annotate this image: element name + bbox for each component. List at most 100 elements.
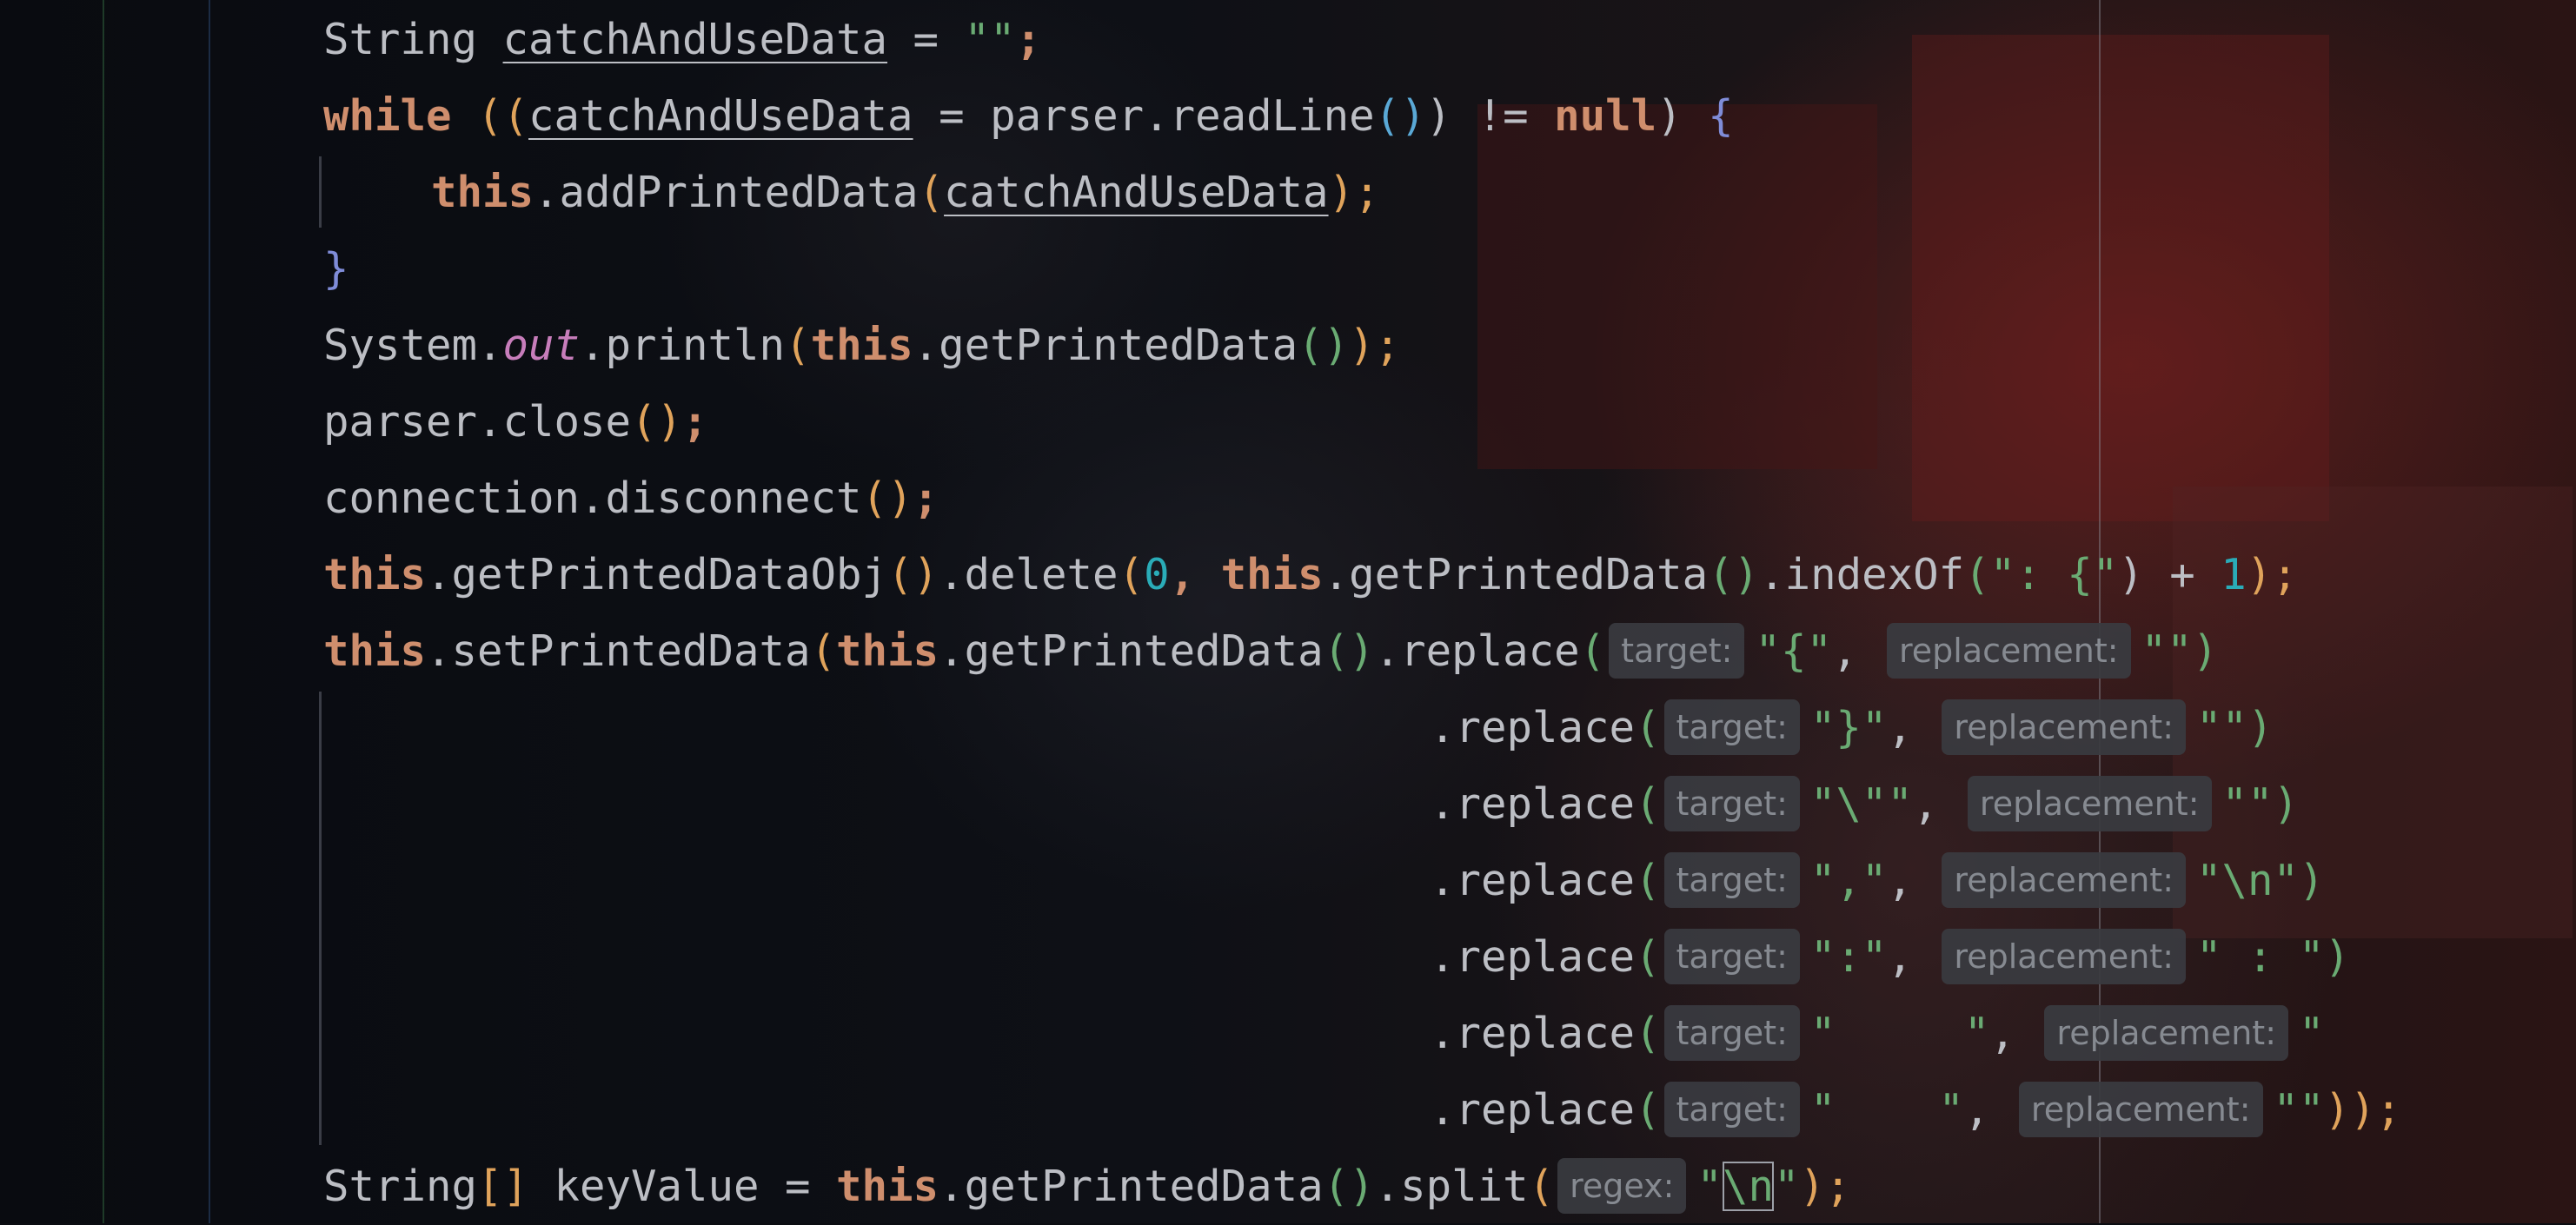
paren-token: )	[2247, 703, 2274, 752]
brace-token: {	[1708, 91, 1734, 141]
code-line[interactable]: System.out.println(this.getPrintedData()…	[323, 308, 1400, 384]
code-token: )	[1656, 91, 1709, 141]
code-line[interactable]: String catchAndUseData = "";	[323, 2, 1041, 78]
paren-token: (	[1635, 856, 1661, 905]
string-literal: "	[1773, 1162, 1800, 1211]
string-literal: " : "	[2196, 932, 2325, 982]
code-token: .replace	[1430, 703, 1636, 752]
code-line[interactable]: while ((catchAndUseData = parser.readLin…	[323, 78, 1734, 155]
code-token: ,	[1169, 550, 1221, 599]
paren-token: ((	[477, 91, 529, 141]
code-line[interactable]: .replace(target: "\"", replacement: "")	[1430, 766, 2299, 843]
code-token: .addPrintedData	[534, 168, 919, 217]
background-building	[1912, 35, 2329, 521]
background-building	[1477, 104, 1877, 469]
variable-token: catchAndUseData	[502, 15, 888, 64]
inlay-hint-replacement: replacement:	[1942, 699, 2186, 755]
code-token: .println	[580, 321, 786, 370]
paren-token: );	[1349, 321, 1401, 370]
string-literal: ","	[1809, 856, 1888, 905]
string-literal: "\""	[1809, 779, 1913, 829]
string-literal: ""	[2273, 1085, 2325, 1135]
paren-token: );	[1799, 1162, 1851, 1211]
paren-token: (	[1118, 550, 1145, 599]
inlay-hint-target: target:	[1663, 1005, 1800, 1061]
string-literal: ": {"	[1989, 550, 2119, 599]
code-token: ,	[1887, 856, 1939, 905]
code-token: .getPrintedDataObj	[426, 550, 888, 599]
inlay-hint-target: target:	[1663, 699, 1800, 755]
code-line[interactable]: String[] keyValue = this.getPrintedData(…	[323, 1149, 1850, 1225]
code-line[interactable]: }	[323, 231, 349, 308]
inlay-hint-target: target:	[1663, 852, 1800, 908]
code-line[interactable]: this.addPrintedData(catchAndUseData);	[431, 155, 1380, 231]
paren-token: (	[1528, 1162, 1555, 1211]
code-token: .replace	[1430, 856, 1636, 905]
keyword-token: this	[431, 168, 534, 217]
inlay-hint-replacement: replacement:	[1942, 929, 2186, 984]
code-line[interactable]: this.setPrintedData(this.getPrintedData(…	[323, 613, 2218, 690]
code-token: keyValue =	[528, 1162, 837, 1211]
number-literal: 0	[1144, 550, 1170, 599]
code-token: .getPrintedData	[939, 1162, 1324, 1211]
paren-token: )	[2299, 856, 2325, 905]
paren-token: );	[1328, 168, 1380, 217]
inlay-hint-replacement: replacement:	[1887, 623, 2131, 679]
keyword-token: this	[836, 626, 939, 676]
code-token: .replace	[1430, 932, 1636, 982]
number-literal: 1	[2221, 550, 2247, 599]
inlay-hint-replacement: replacement:	[1967, 776, 2212, 831]
string-literal: " "	[1809, 1085, 1964, 1135]
paren-token: (	[1635, 932, 1661, 982]
paren-token: ()	[1298, 321, 1350, 370]
code-line[interactable]: .replace(target: " ", replacement: "	[1430, 996, 2427, 1072]
string-literal: " "	[1809, 1009, 1990, 1058]
code-line[interactable]: .replace(target: "}", replacement: "")	[1430, 690, 2274, 766]
paren-token: (	[1635, 779, 1661, 829]
paren-token: );	[2246, 550, 2298, 599]
code-line[interactable]: parser.close();	[323, 384, 708, 460]
code-token: ,	[1831, 626, 1883, 676]
code-token: =	[887, 15, 965, 64]
brace-token: }	[323, 244, 349, 294]
paren-token: ()	[1323, 626, 1375, 676]
static-field-token: out	[502, 321, 581, 370]
indent-guide	[319, 156, 322, 228]
code-token: String	[323, 15, 503, 64]
paren-token: )	[2324, 932, 2351, 982]
inlay-hint-target: target:	[1663, 929, 1800, 984]
code-token: .replace	[1430, 779, 1636, 829]
code-line[interactable]: connection.disconnect();	[323, 460, 939, 537]
paren-token: ()	[887, 550, 939, 599]
keyword-token: this	[836, 1162, 939, 1211]
string-literal: ""	[964, 15, 1016, 64]
paren-token: (	[1964, 550, 1990, 599]
string-literal: ""	[2196, 703, 2248, 752]
paren-token: (	[918, 168, 945, 217]
text-caret[interactable]: \n	[1722, 1162, 1774, 1211]
inlay-hint-target: target:	[1609, 623, 1745, 679]
code-line[interactable]: .replace(target: ",", replacement: "\n")	[1430, 843, 2325, 919]
string-literal: ""	[2221, 779, 2274, 829]
code-token: .delete	[939, 550, 1119, 599]
paren-token: )	[2273, 779, 2300, 829]
keyword-token: this	[323, 550, 427, 599]
code-token: .indexOf	[1759, 550, 1965, 599]
code-token: = parser.readLine	[913, 91, 1375, 141]
paren-token: ()	[1708, 550, 1760, 599]
code-line[interactable]: .replace(target: ":", replacement: " : ")	[1430, 919, 2350, 996]
paren-token: (	[810, 626, 837, 676]
code-token: .split	[1374, 1162, 1529, 1211]
keyword-token: this	[323, 626, 427, 676]
paren-token: ()	[861, 473, 913, 523]
code-token: .replace	[1374, 626, 1580, 676]
code-line[interactable]: .replace(target: " ", replacement: ""));	[1430, 1072, 2401, 1149]
code-token: ) !=	[1425, 91, 1555, 141]
code-token: parser.close	[323, 397, 632, 447]
keyword-token: this	[1220, 550, 1324, 599]
variable-token: catchAndUseData	[944, 168, 1329, 217]
bracket-token: []	[477, 1162, 529, 1211]
paren-token: (	[1635, 1085, 1661, 1135]
code-line[interactable]: this.getPrintedDataObj().delete(0, this.…	[323, 537, 2298, 613]
code-token: ;	[682, 397, 708, 447]
